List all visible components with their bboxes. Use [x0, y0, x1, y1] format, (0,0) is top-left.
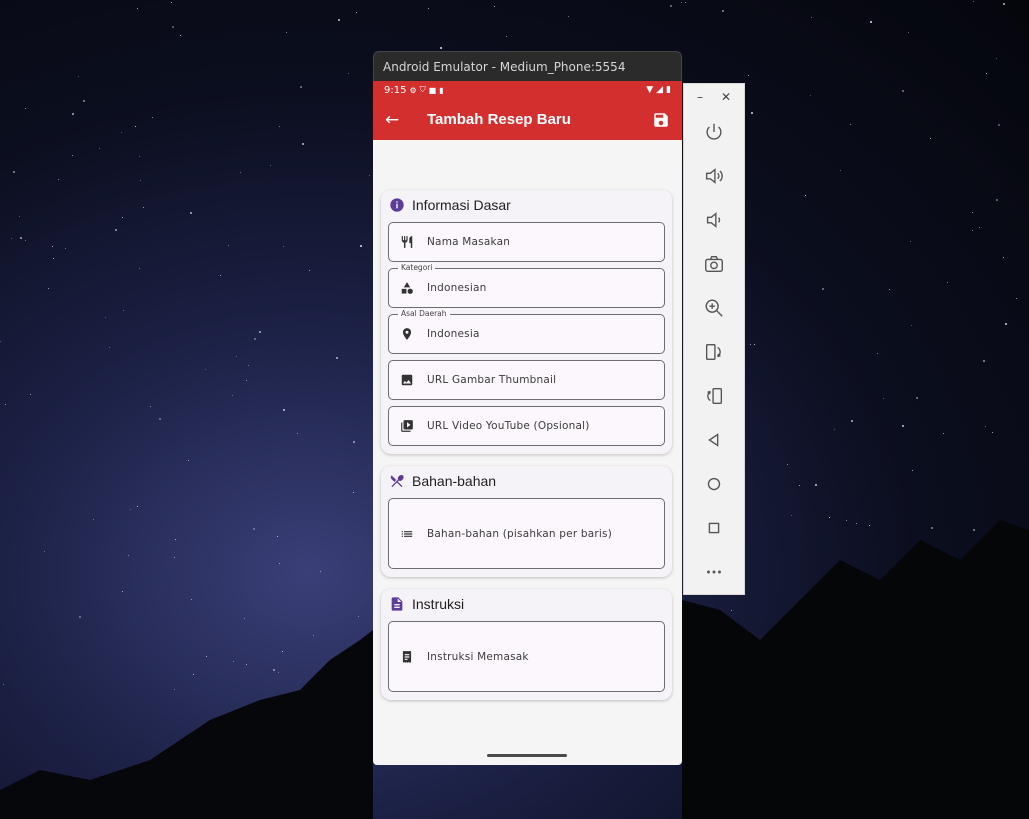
- volume-down-icon: [706, 212, 721, 228]
- more-icon: [707, 570, 721, 574]
- nama-masakan-placeholder: Nama Masakan: [427, 236, 511, 248]
- asal-daerah-label: Asal Daerah: [398, 309, 450, 319]
- settings-icon: ⚙: [409, 85, 417, 95]
- overview-button[interactable]: [684, 506, 744, 550]
- rotate-left-button[interactable]: [684, 330, 744, 374]
- section-title: Instruksi: [412, 596, 465, 612]
- screenshot-button[interactable]: [684, 242, 744, 286]
- volume-down-button[interactable]: [684, 198, 744, 242]
- arrow-left-icon[interactable]: ←: [385, 110, 405, 130]
- sd-card-icon: ▮: [439, 85, 444, 95]
- section-title: Bahan-bahan: [412, 473, 497, 489]
- card-instruksi: Instruksi Instruksi Memasak: [381, 589, 672, 700]
- thumbnail-url-field[interactable]: URL Gambar Thumbnail: [388, 360, 665, 400]
- back-icon: [708, 433, 719, 447]
- page-title: Tambah Resep Baru: [427, 111, 571, 128]
- category-icon: [401, 282, 413, 294]
- volume-up-button[interactable]: [684, 154, 744, 198]
- list-icon: [401, 530, 413, 537]
- asal-daerah-value: Indonesia: [427, 328, 480, 340]
- shield-icon: ⛉: [419, 85, 426, 94]
- section-title: Informasi Dasar: [412, 197, 511, 213]
- window-title: Android Emulator - Medium_Phone:5554: [383, 60, 626, 74]
- bahan-field[interactable]: Bahan-bahan (pisahkan per baris): [388, 498, 665, 569]
- dining-icon: [390, 474, 404, 488]
- overview-icon: [708, 522, 720, 534]
- zoom-in-icon: [705, 299, 723, 317]
- rotate-right-button[interactable]: [684, 374, 744, 418]
- notification-icon: ■: [428, 85, 437, 95]
- asal-daerah-field[interactable]: Asal Daerah Indonesia: [388, 309, 665, 354]
- fork-knife-icon: [401, 236, 413, 248]
- close-button[interactable]: ✕: [721, 90, 731, 104]
- save-icon[interactable]: [652, 111, 670, 129]
- card-informasi-dasar: Informasi Dasar Nama Masakan Kategori In…: [381, 190, 672, 454]
- gesture-nav-handle[interactable]: [487, 754, 567, 757]
- instruksi-placeholder: Instruksi Memasak: [427, 650, 529, 663]
- more-button[interactable]: [684, 550, 744, 594]
- bahan-placeholder: Bahan-bahan (pisahkan per baris): [427, 527, 612, 540]
- status-time: 9:15: [384, 84, 407, 96]
- document-icon: [391, 597, 403, 611]
- phone-screen: 9:15 ⚙ ⛉ ■ ▮ ▼ ◢ ▮ ← Tambah Resep Baru I…: [373, 81, 682, 765]
- nama-masakan-field[interactable]: Nama Masakan: [388, 222, 665, 262]
- card-header: Instruksi: [388, 595, 665, 613]
- video-url-field[interactable]: URL Video YouTube (Opsional): [388, 406, 665, 446]
- home-button[interactable]: [684, 462, 744, 506]
- battery-icon: ▮: [666, 85, 671, 95]
- kategori-label: Kategori: [398, 263, 436, 273]
- card-bahan-bahan: Bahan-bahan Bahan-bahan (pisahkan per ba…: [381, 466, 672, 577]
- home-icon: [707, 477, 721, 491]
- window-controls: – ✕: [684, 84, 744, 110]
- minimize-button[interactable]: –: [697, 90, 703, 104]
- status-bar: 9:15 ⚙ ⛉ ■ ▮ ▼ ◢ ▮: [373, 81, 682, 99]
- location-pin-icon: [402, 328, 412, 340]
- card-header: Bahan-bahan: [388, 472, 665, 490]
- kategori-value: Indonesian: [427, 282, 487, 294]
- emulator-titlebar[interactable]: Android Emulator - Medium_Phone:5554: [373, 51, 682, 81]
- info-icon: [390, 198, 404, 212]
- card-header: Informasi Dasar: [388, 196, 665, 214]
- form-content: Informasi Dasar Nama Masakan Kategori In…: [373, 140, 682, 700]
- rotate-left-icon: [705, 343, 721, 361]
- zoom-button[interactable]: [684, 286, 744, 330]
- video-library-icon: [401, 420, 413, 432]
- power-button[interactable]: [684, 110, 744, 154]
- volume-up-icon: [705, 168, 723, 184]
- wifi-icon: ▼: [646, 85, 654, 95]
- instruksi-field[interactable]: Instruksi Memasak: [388, 621, 665, 692]
- signal-icon: ◢: [656, 85, 664, 95]
- camera-icon: [705, 255, 723, 273]
- kategori-field[interactable]: Kategori Indonesian: [388, 263, 665, 308]
- video-url-placeholder: URL Video YouTube (Opsional): [427, 420, 590, 432]
- power-icon: [706, 123, 722, 140]
- emulator-toolbar: – ✕: [683, 83, 745, 595]
- receipt-icon: [402, 650, 412, 663]
- thumbnail-url-placeholder: URL Gambar Thumbnail: [427, 374, 557, 386]
- back-button[interactable]: [684, 418, 744, 462]
- app-bar: ← Tambah Resep Baru: [373, 99, 682, 140]
- rotate-right-icon: [707, 387, 723, 405]
- image-icon: [401, 374, 413, 386]
